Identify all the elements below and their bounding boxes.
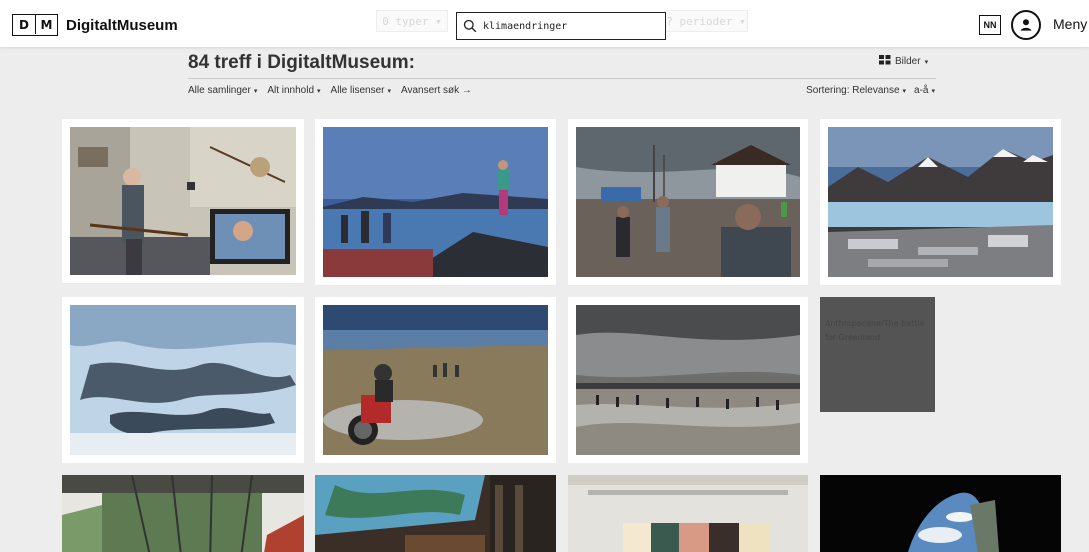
view-toggle[interactable]: Bilder ▾ (879, 55, 928, 68)
result-card[interactable] (315, 475, 556, 552)
result-card[interactable] (62, 475, 304, 552)
chevron-down-icon: ▾ (902, 88, 907, 95)
result-image (62, 475, 304, 552)
result-card[interactable]: Anthropocene/The battle for Greenland (820, 297, 935, 412)
language-button[interactable]: NN (979, 15, 1001, 35)
chevron-down-icon: ▾ (253, 88, 258, 95)
menu-button[interactable]: Meny (1053, 16, 1087, 32)
result-card[interactable] (568, 297, 808, 463)
type-filter[interactable]: 0 typer ▾ (376, 10, 448, 32)
result-image (828, 127, 1053, 277)
content-filter[interactable]: Alt innhold ▾ (267, 85, 320, 96)
view-label: Bilder (895, 56, 921, 67)
sort-select[interactable]: Sortering: Relevanse ▾ (806, 85, 906, 96)
result-card[interactable] (820, 475, 1061, 552)
sort-bar: Sortering: Relevanse ▾ a-å ▾ (806, 85, 935, 96)
sort-order-select[interactable]: a-å ▾ (914, 85, 935, 96)
results-title: 84 treff i DigitaltMuseum: (188, 52, 415, 73)
result-image (70, 127, 296, 275)
collections-filter[interactable]: Alle samlinger ▾ (188, 85, 257, 96)
logo-letter-m: M (35, 15, 57, 34)
result-card[interactable] (315, 119, 556, 285)
result-image (323, 305, 548, 455)
result-image (820, 475, 1061, 552)
chevron-down-icon: ▾ (317, 88, 321, 95)
chevron-down-icon: ▾ (931, 88, 935, 95)
site-header: D M DigitaltMuseum 0 typer ▾ ? perioder … (0, 0, 1089, 47)
site-name: DigitaltMuseum (66, 16, 178, 34)
result-image (576, 305, 800, 455)
logo-letter-d: D (19, 17, 29, 32)
result-image (576, 127, 800, 277)
result-title: Anthropocene/The battle for Greenland (825, 319, 925, 342)
chevron-down-icon: ▾ (924, 58, 929, 66)
grid-view-icon (879, 55, 891, 68)
license-filter[interactable]: Alle lisenser ▾ (331, 85, 391, 96)
site-logo[interactable]: D M DigitaltMuseum (12, 14, 178, 36)
user-icon[interactable] (1011, 10, 1041, 40)
result-card[interactable] (62, 297, 304, 463)
result-card[interactable] (820, 119, 1061, 285)
result-card[interactable] (568, 475, 808, 552)
filter-bar: Alle samlinger ▾ Alt innhold ▾ Alle lisens… (188, 85, 472, 96)
search-box[interactable] (456, 12, 666, 40)
result-image (568, 475, 808, 552)
result-image (315, 475, 556, 552)
result-image (323, 127, 548, 277)
result-card[interactable] (315, 297, 556, 463)
divider (188, 78, 936, 79)
result-card[interactable] (568, 119, 808, 285)
result-image (70, 305, 296, 455)
search-input[interactable] (483, 20, 653, 32)
result-card[interactable] (62, 119, 304, 283)
period-filter[interactable]: ? perioder ▾ (664, 10, 748, 32)
logo-mark: D M (12, 14, 58, 36)
search-icon[interactable] (457, 13, 483, 39)
advanced-search-link[interactable]: Avansert søk → (401, 85, 472, 96)
chevron-down-icon: ▾ (387, 88, 391, 95)
